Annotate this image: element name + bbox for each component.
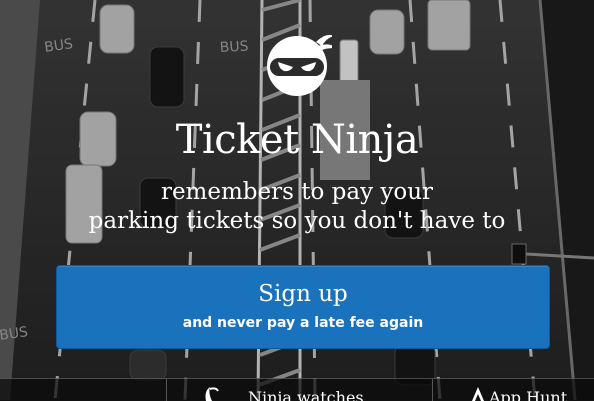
bottom-bar-item-app-hunt[interactable]: App Hunt	[433, 379, 594, 401]
ninja-logo-icon	[262, 28, 336, 98]
tagline-line-1: remembers to pay your	[160, 179, 434, 205]
app-title: Ticket Ninja	[175, 117, 419, 163]
signup-button-label: Sign up	[258, 281, 348, 307]
bottom-bar-item-label: App Hunt	[489, 388, 568, 401]
signup-button-sublabel: and never pay a late fee again	[182, 315, 424, 331]
bottom-bar: Ninja watches App Hunt	[0, 378, 594, 401]
bottom-bar-item-label: Ninja watches	[248, 388, 364, 401]
hero-section: Ticket Ninja remembers to pay your parki…	[0, 0, 594, 260]
bottom-bar-item-1[interactable]	[0, 379, 167, 401]
signup-button[interactable]: Sign up and never pay a late fee again	[56, 265, 550, 349]
tagline-line-2: parking tickets so you don't have to	[88, 208, 506, 234]
tagline: remembers to pay your parking tickets so…	[0, 178, 594, 236]
bottom-bar-item-ninja-watches[interactable]: Ninja watches	[166, 379, 433, 401]
ninja-icon	[202, 385, 220, 401]
app-icon	[471, 385, 485, 401]
